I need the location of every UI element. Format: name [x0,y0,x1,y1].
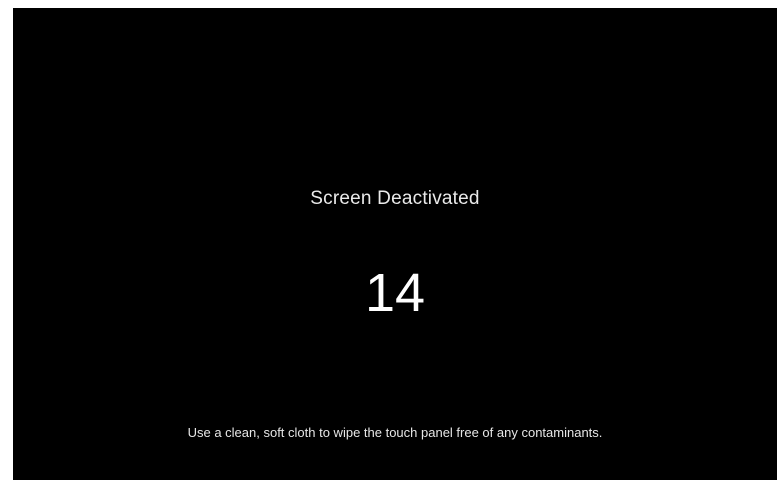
screen-title: Screen Deactivated [310,188,480,209]
deactivated-screen: Screen Deactivated 14 Use a clean, soft … [13,8,777,480]
cleaning-instruction: Use a clean, soft cloth to wipe the touc… [187,425,603,440]
countdown-timer: 14 [364,263,426,323]
